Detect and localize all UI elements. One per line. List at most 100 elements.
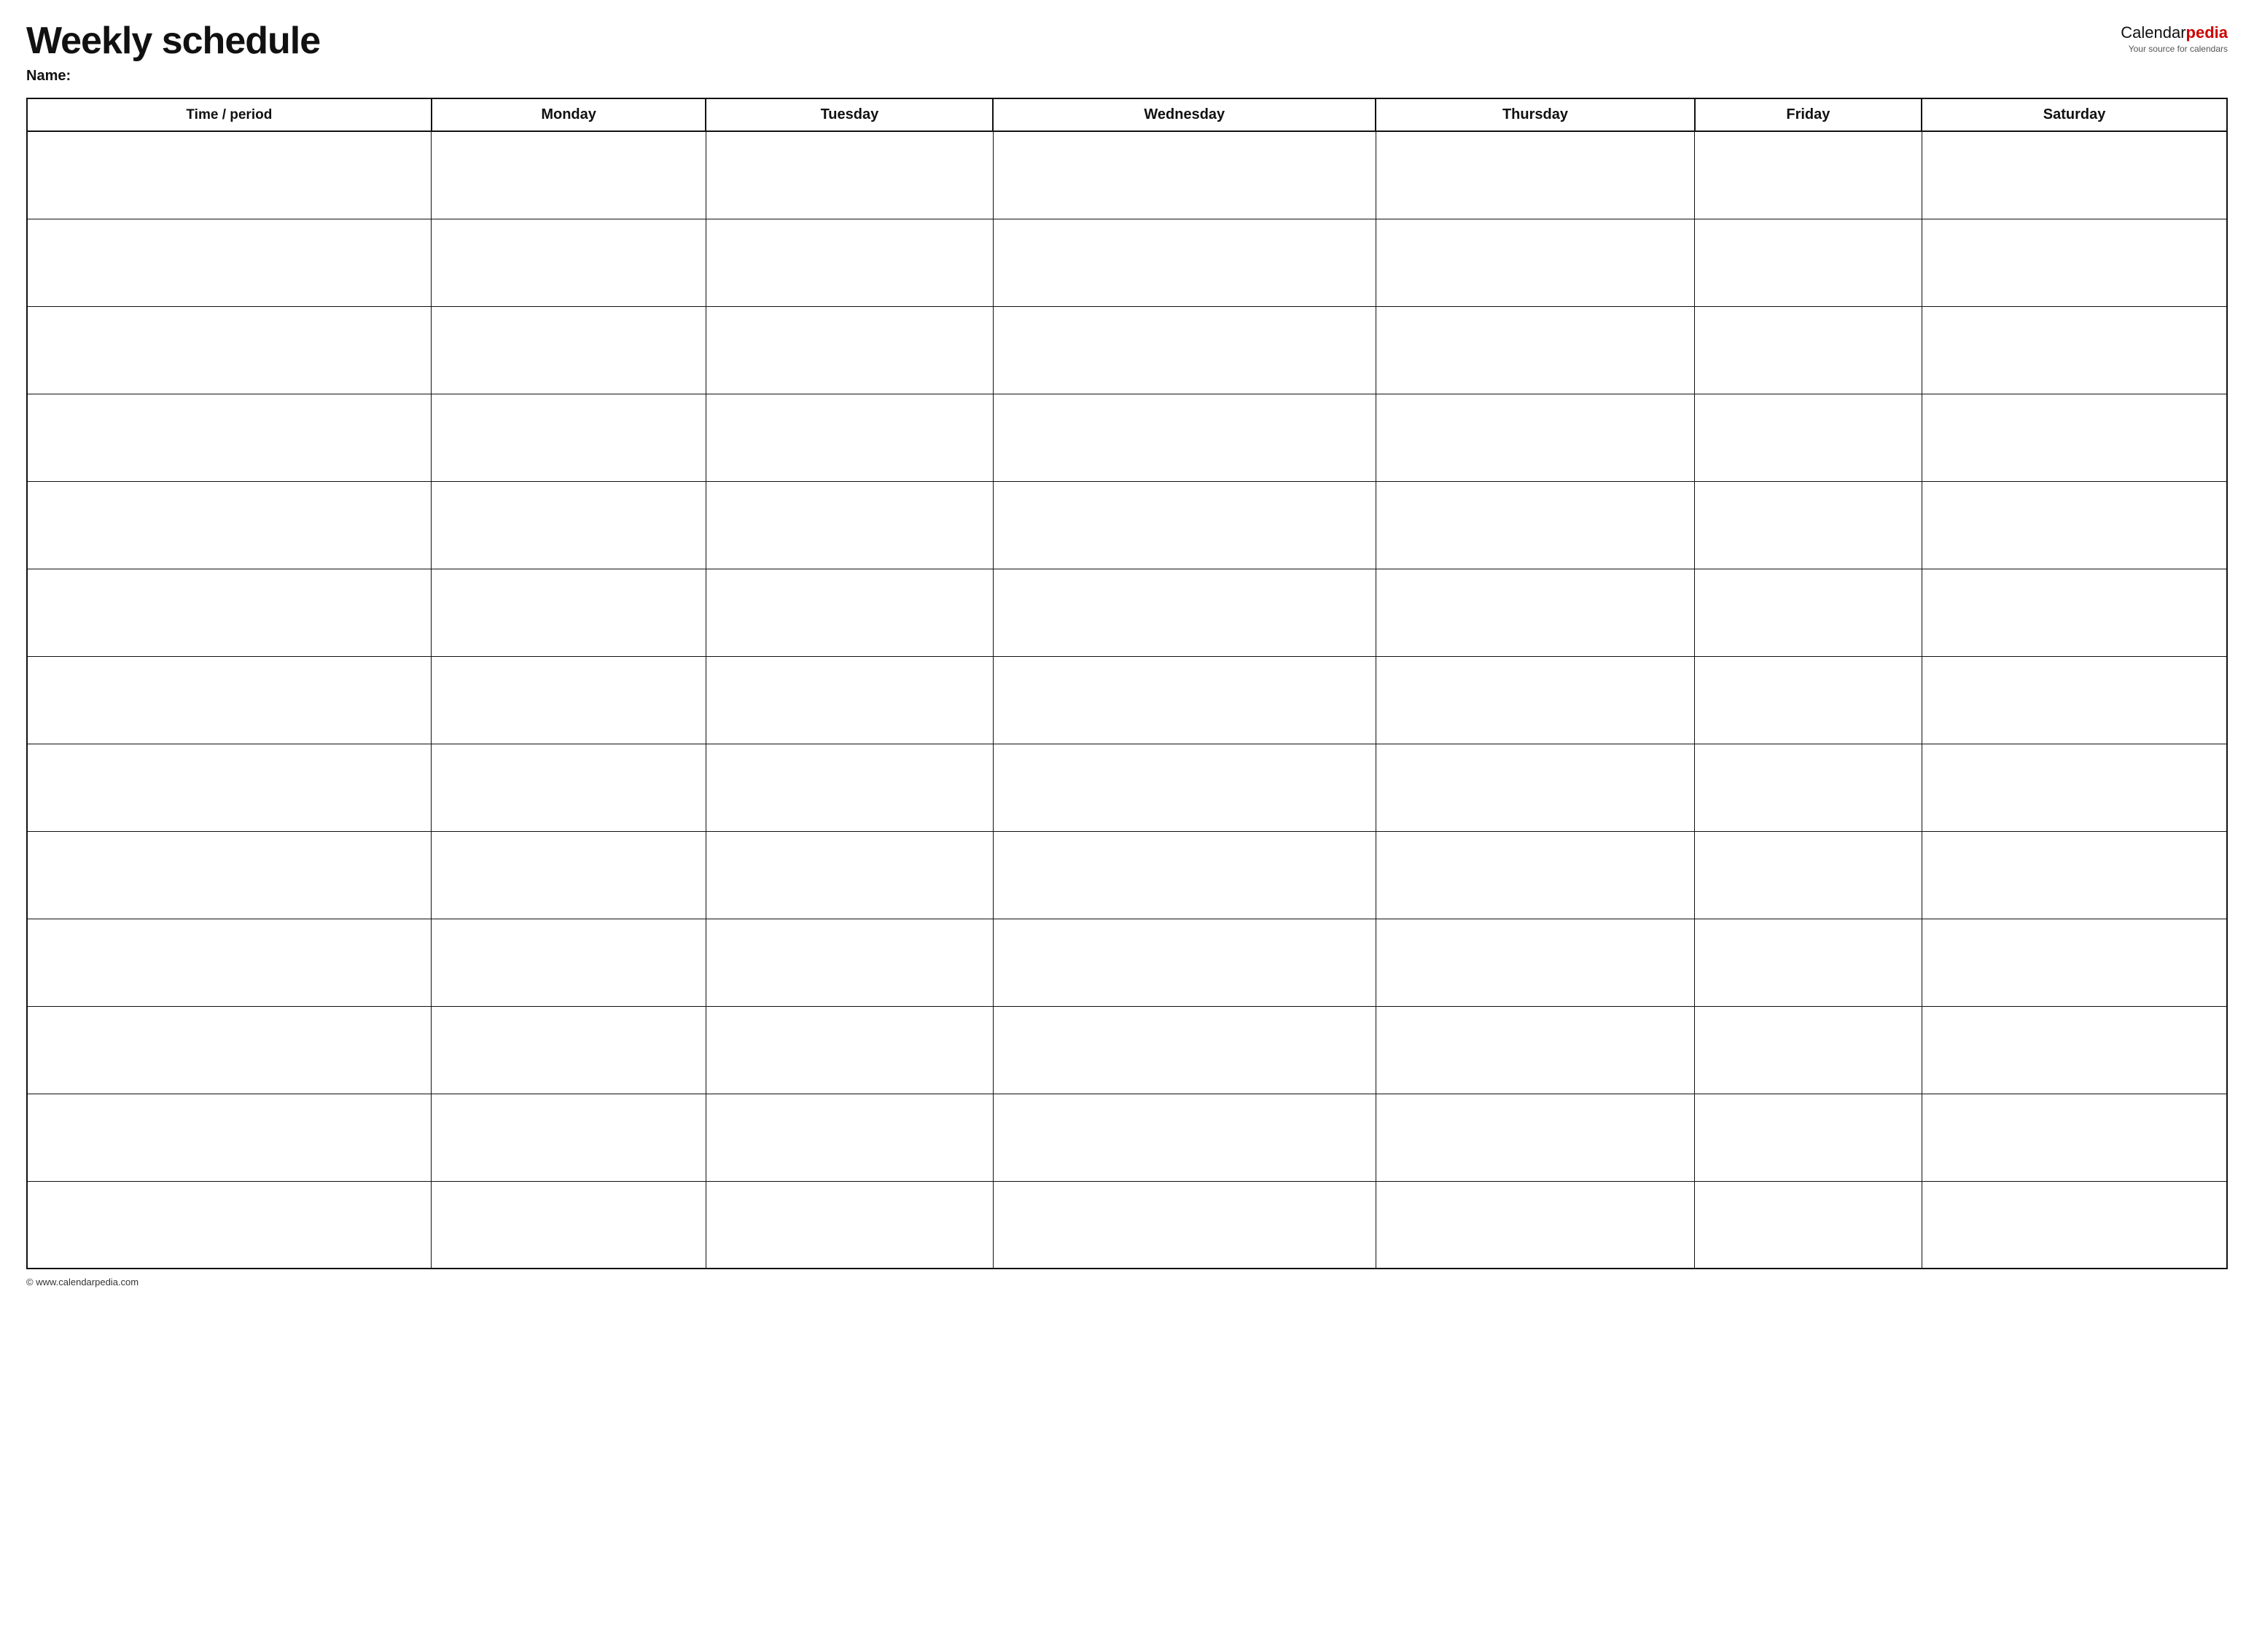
schedule-cell[interactable]: [1922, 569, 2227, 656]
time-cell[interactable]: [27, 131, 432, 219]
schedule-cell[interactable]: [993, 481, 1376, 569]
schedule-cell[interactable]: [1376, 569, 1695, 656]
time-cell[interactable]: [27, 831, 432, 919]
schedule-cell[interactable]: [993, 219, 1376, 306]
schedule-cell[interactable]: [432, 481, 706, 569]
schedule-cell[interactable]: [432, 744, 706, 831]
schedule-cell[interactable]: [432, 656, 706, 744]
table-row: [27, 656, 2227, 744]
schedule-cell[interactable]: [1922, 306, 2227, 394]
schedule-cell[interactable]: [706, 1181, 993, 1269]
time-cell[interactable]: [27, 744, 432, 831]
schedule-cell[interactable]: [706, 1006, 993, 1094]
schedule-cell[interactable]: [432, 919, 706, 1006]
schedule-cell[interactable]: [1922, 1181, 2227, 1269]
schedule-cell[interactable]: [1376, 481, 1695, 569]
schedule-cell[interactable]: [1376, 831, 1695, 919]
schedule-cell[interactable]: [993, 306, 1376, 394]
time-cell[interactable]: [27, 219, 432, 306]
schedule-cell[interactable]: [706, 744, 993, 831]
schedule-cell[interactable]: [706, 656, 993, 744]
schedule-cell[interactable]: [993, 1006, 1376, 1094]
schedule-cell[interactable]: [706, 306, 993, 394]
schedule-cell[interactable]: [1376, 219, 1695, 306]
footer: © www.calendarpedia.com: [26, 1277, 2228, 1287]
schedule-cell[interactable]: [1376, 1181, 1695, 1269]
schedule-cell[interactable]: [1695, 1006, 1922, 1094]
schedule-cell[interactable]: [432, 1006, 706, 1094]
schedule-cell[interactable]: [706, 919, 993, 1006]
schedule-cell[interactable]: [706, 831, 993, 919]
schedule-cell[interactable]: [1376, 1094, 1695, 1181]
schedule-cell[interactable]: [432, 1181, 706, 1269]
schedule-cell[interactable]: [1922, 1094, 2227, 1181]
schedule-cell[interactable]: [1922, 744, 2227, 831]
schedule-cell[interactable]: [1922, 656, 2227, 744]
schedule-cell[interactable]: [1695, 744, 1922, 831]
schedule-cell[interactable]: [993, 831, 1376, 919]
schedule-cell[interactable]: [993, 919, 1376, 1006]
table-row: [27, 831, 2227, 919]
schedule-cell[interactable]: [1695, 219, 1922, 306]
schedule-cell[interactable]: [993, 1094, 1376, 1181]
schedule-cell[interactable]: [1695, 131, 1922, 219]
brand-logo: Calendarpedia Your source for calendars: [2121, 23, 2228, 54]
schedule-cell[interactable]: [706, 394, 993, 481]
schedule-cell[interactable]: [1922, 1006, 2227, 1094]
time-cell[interactable]: [27, 394, 432, 481]
schedule-table: Time / period Monday Tuesday Wednesday T…: [26, 98, 2228, 1269]
schedule-cell[interactable]: [1695, 394, 1922, 481]
schedule-cell[interactable]: [432, 1094, 706, 1181]
schedule-cell[interactable]: [1922, 394, 2227, 481]
schedule-cell[interactable]: [993, 394, 1376, 481]
col-header-time: Time / period: [27, 98, 432, 131]
schedule-cell[interactable]: [1695, 1094, 1922, 1181]
schedule-cell[interactable]: [432, 131, 706, 219]
schedule-cell[interactable]: [993, 1181, 1376, 1269]
schedule-cell[interactable]: [432, 831, 706, 919]
schedule-cell[interactable]: [1695, 1181, 1922, 1269]
schedule-cell[interactable]: [1695, 481, 1922, 569]
schedule-cell[interactable]: [706, 1094, 993, 1181]
schedule-cell[interactable]: [1922, 919, 2227, 1006]
schedule-cell[interactable]: [432, 219, 706, 306]
time-cell[interactable]: [27, 1181, 432, 1269]
time-cell[interactable]: [27, 919, 432, 1006]
schedule-cell[interactable]: [1922, 831, 2227, 919]
schedule-cell[interactable]: [432, 569, 706, 656]
brand-name-part1: Calendar: [2121, 23, 2185, 42]
schedule-cell[interactable]: [1376, 131, 1695, 219]
schedule-cell[interactable]: [1376, 394, 1695, 481]
schedule-cell[interactable]: [1922, 481, 2227, 569]
time-cell[interactable]: [27, 1006, 432, 1094]
schedule-cell[interactable]: [1376, 744, 1695, 831]
schedule-cell[interactable]: [1376, 1006, 1695, 1094]
schedule-cell[interactable]: [993, 569, 1376, 656]
schedule-cell[interactable]: [993, 131, 1376, 219]
schedule-cell[interactable]: [706, 219, 993, 306]
time-cell[interactable]: [27, 1094, 432, 1181]
time-cell[interactable]: [27, 306, 432, 394]
schedule-cell[interactable]: [706, 569, 993, 656]
schedule-cell[interactable]: [1376, 656, 1695, 744]
schedule-cell[interactable]: [1695, 656, 1922, 744]
schedule-cell[interactable]: [706, 481, 993, 569]
schedule-cell[interactable]: [993, 656, 1376, 744]
time-cell[interactable]: [27, 569, 432, 656]
schedule-cell[interactable]: [1376, 306, 1695, 394]
schedule-cell[interactable]: [706, 131, 993, 219]
schedule-cell[interactable]: [432, 306, 706, 394]
schedule-cell[interactable]: [432, 394, 706, 481]
col-header-friday: Friday: [1695, 98, 1922, 131]
time-cell[interactable]: [27, 481, 432, 569]
copyright-text: © www.calendarpedia.com: [26, 1277, 139, 1287]
schedule-cell[interactable]: [1695, 919, 1922, 1006]
schedule-cell[interactable]: [1376, 919, 1695, 1006]
schedule-cell[interactable]: [1695, 831, 1922, 919]
schedule-cell[interactable]: [1922, 131, 2227, 219]
time-cell[interactable]: [27, 656, 432, 744]
schedule-cell[interactable]: [1695, 306, 1922, 394]
schedule-cell[interactable]: [1922, 219, 2227, 306]
schedule-cell[interactable]: [993, 744, 1376, 831]
schedule-cell[interactable]: [1695, 569, 1922, 656]
